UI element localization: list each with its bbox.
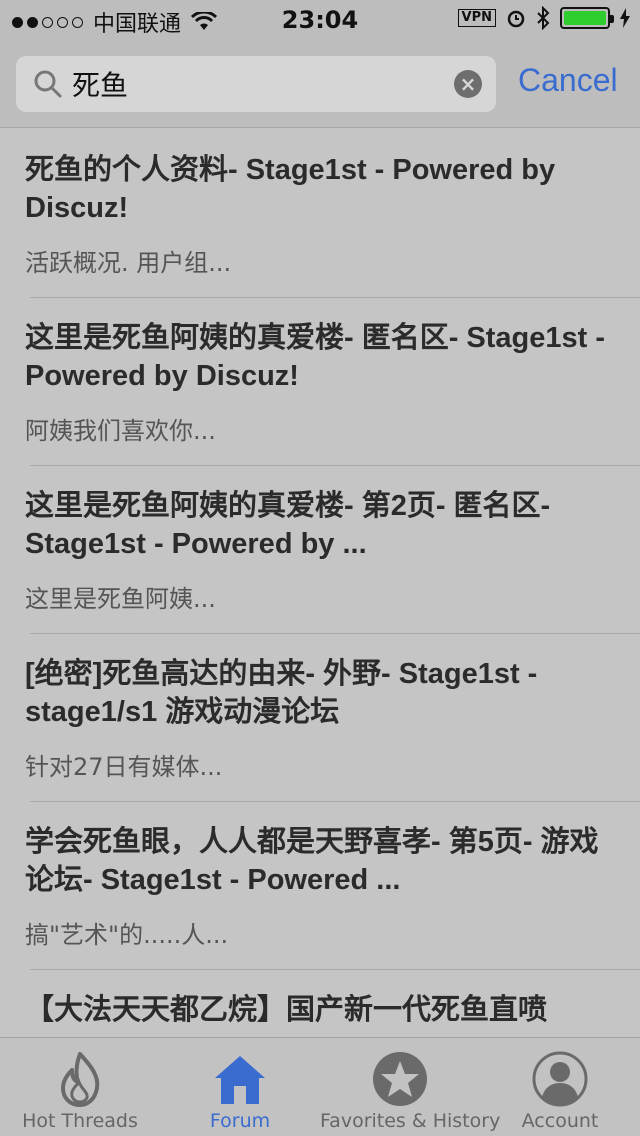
result-item[interactable]: 这里是死鱼阿姨的真爱楼- 匿名区- Stage1st - Powered by … [0, 297, 640, 466]
home-icon [215, 1056, 265, 1104]
tab-label: Favorites & History [320, 1110, 501, 1132]
result-item[interactable]: 【大法天天都乙烷】国产新一代死鱼直喷 [0, 969, 640, 1037]
charging-icon [620, 8, 630, 28]
tab-label: Hot Threads [22, 1110, 138, 1132]
battery-icon [560, 7, 614, 29]
result-item[interactable]: [绝密]死鱼高达的由来- 外野- Stage1st - stage1/s1 游戏… [0, 633, 640, 802]
result-title: 这里是死鱼阿姨的真爱楼- 第2页- 匿名区- Stage1st - Powere… [25, 490, 551, 560]
cancel-button[interactable]: Cancel [518, 62, 618, 99]
tab-hot-threads[interactable]: Hot Threads [0, 1038, 160, 1136]
tab-favorites-history[interactable]: Favorites & History [320, 1038, 501, 1136]
result-snippet: 阿姨我们喜欢你... [25, 417, 216, 445]
result-snippet: 针对27日有媒体... [25, 753, 223, 781]
person-icon [532, 1051, 588, 1107]
tab-label: Forum [209, 1110, 271, 1132]
flame-icon [61, 1052, 100, 1107]
result-snippet: 活跃概况. 用户组... [25, 249, 232, 277]
result-title: 学会死鱼眼，人人都是天野喜孝- 第5页- 游戏论坛- Stage1st - Po… [25, 826, 599, 896]
alarm-icon [507, 10, 525, 28]
result-title: 死鱼的个人资料- Stage1st - Powered by Discuz! [25, 154, 556, 224]
result-item[interactable]: 死鱼的个人资料- Stage1st - Powered by Discuz! 活… [0, 129, 640, 298]
result-title: [绝密]死鱼高达的由来- 外野- Stage1st - stage1/s1 游戏… [25, 658, 538, 728]
tab-bar: Hot Threads Forum Favorites & History Ac… [0, 1037, 640, 1136]
tab-account[interactable]: Account [480, 1038, 640, 1136]
result-snippet: 搞"艺术"的.....人... [25, 921, 229, 949]
header: 中国联通 23:04 VPN 死鱼 × Cancel [0, 0, 640, 128]
tab-label: Account [521, 1110, 599, 1132]
search-input[interactable] [72, 64, 442, 104]
tab-forum[interactable]: Forum [160, 1038, 320, 1136]
search-field[interactable]: × [16, 56, 496, 112]
status-bar: 中国联通 23:04 VPN [0, 0, 640, 40]
result-title: 这里是死鱼阿姨的真爱楼- 匿名区- Stage1st - Powered by … [25, 322, 606, 392]
result-title: 【大法天天都乙烷】国产新一代死鱼直喷 [25, 994, 548, 1026]
vpn-badge: VPN [457, 9, 496, 27]
result-snippet: 这里是死鱼阿姨... [25, 585, 216, 613]
bluetooth-icon [537, 6, 550, 30]
clear-search-button[interactable]: × [454, 70, 482, 98]
result-item[interactable]: 这里是死鱼阿姨的真爱楼- 第2页- 匿名区- Stage1st - Powere… [0, 465, 640, 634]
result-item[interactable]: 学会死鱼眼，人人都是天野喜孝- 第5页- 游戏论坛- Stage1st - Po… [0, 801, 640, 970]
search-icon [34, 70, 62, 98]
star-icon [373, 1052, 427, 1106]
search-results-list: 死鱼的个人资料- Stage1st - Powered by Discuz! 活… [0, 129, 640, 1037]
